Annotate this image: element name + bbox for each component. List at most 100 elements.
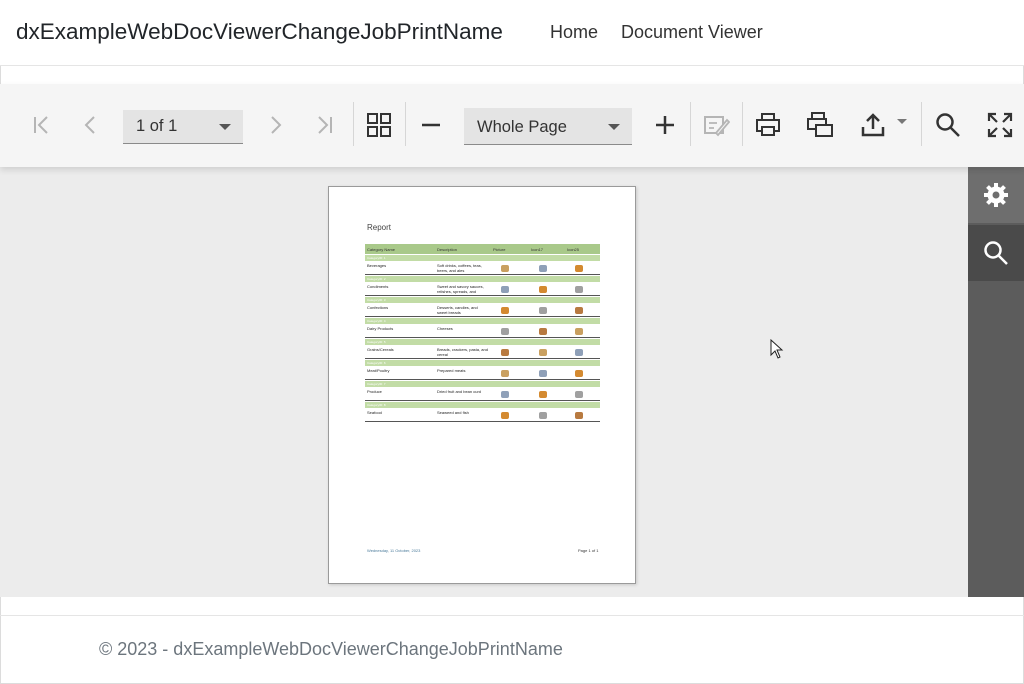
category-picture-icon [501, 328, 509, 335]
toolbar-separator [742, 102, 743, 146]
zoom-selector-value: Whole Page [477, 118, 567, 136]
chevron-down-icon[interactable] [897, 119, 907, 124]
category-picture-icon [501, 349, 509, 356]
document-content-area[interactable]: Report Category Name Description Picture… [0, 167, 968, 597]
parameters-tab[interactable] [968, 167, 1024, 223]
zoom-out-icon [422, 123, 440, 127]
editing-fields-button[interactable] [697, 106, 735, 144]
category-picture-icon [501, 265, 509, 272]
report-picture-cell [565, 324, 600, 337]
report-picture-cell [529, 261, 565, 274]
brand-link[interactable]: dxExampleWebDocViewerChangeJobPrintName [16, 19, 503, 45]
report-picture-cell [529, 324, 565, 337]
first-page-icon [34, 116, 48, 134]
category-picture-icon [575, 328, 583, 335]
report-picture-cell [491, 366, 529, 379]
page-selector-value: 1 of 1 [136, 117, 178, 135]
search-tab[interactable] [968, 225, 1024, 281]
report-picture-cell [529, 345, 565, 358]
fullscreen-button[interactable] [981, 106, 1019, 144]
search-button[interactable] [929, 106, 967, 144]
next-page-icon [271, 116, 282, 134]
report-picture-cell [491, 387, 529, 400]
report-picture-cell [491, 408, 529, 421]
report-column-header: Icon25 [567, 247, 580, 252]
category-picture-icon [539, 328, 547, 335]
report-category-name: Condiments [367, 284, 389, 289]
category-picture-icon [575, 307, 583, 314]
last-page-button[interactable] [307, 106, 345, 144]
toolbar-separator [405, 102, 406, 146]
category-picture-icon [539, 307, 547, 314]
report-picture-cell [529, 282, 565, 295]
report-table-header: Category Name Description Picture Icon17… [365, 244, 600, 254]
report-column-header: Icon17 [531, 247, 544, 252]
report-category-name: Dairy Products [367, 326, 394, 331]
category-picture-icon [539, 370, 547, 377]
category-picture-icon [575, 286, 583, 293]
chevron-down-icon [608, 124, 620, 130]
report-category-description: Breads, crackers, pasta, and cereal [437, 347, 488, 357]
multipage-button[interactable] [360, 106, 398, 144]
category-picture-icon [539, 412, 547, 419]
print-page-button[interactable] [801, 106, 839, 144]
category-picture-icon [575, 265, 583, 272]
export-button[interactable] [854, 106, 892, 144]
report-category-description: Dried fruit and bean curd [437, 389, 482, 394]
report-picture-cell [529, 408, 565, 421]
category-picture-icon [539, 286, 547, 293]
report-picture-cell [565, 303, 600, 316]
footer-divider [0, 615, 1024, 616]
editing-fields-icon [704, 116, 730, 137]
report-footer-date: Wednesday, 11 October, 2023 [367, 548, 421, 553]
next-page-button[interactable] [257, 106, 295, 144]
report-picture-cell [491, 282, 529, 295]
footer-copyright: © 2023 - dxExampleWebDocViewerChangeJobP… [99, 639, 563, 659]
navbar: dxExampleWebDocViewerChangeJobPrintName … [0, 0, 1024, 66]
document-viewer: 1 of 1 Whole Page Report Category Name D… [0, 84, 1024, 597]
nav-link-home[interactable]: Home [550, 22, 598, 43]
category-picture-icon [501, 412, 509, 419]
report-category-name: Beverages [367, 263, 387, 268]
category-picture-icon [501, 370, 509, 377]
print-button[interactable] [749, 106, 787, 144]
report-category-description: Seaweed and fish [437, 410, 469, 415]
mouse-cursor-icon [770, 339, 784, 359]
search-icon [936, 113, 960, 137]
report-category-description: Cheeses [437, 326, 453, 331]
report-column-header: Picture [493, 247, 506, 252]
category-picture-icon [575, 391, 583, 398]
report-picture-cell [565, 366, 600, 379]
nav-link-document-viewer[interactable]: Document Viewer [621, 22, 763, 43]
prev-page-button[interactable] [71, 106, 109, 144]
category-picture-icon [539, 349, 547, 356]
zoom-out-button[interactable] [412, 106, 450, 144]
report-footer-page: Page 1 of 1 [578, 548, 599, 553]
zoom-in-button[interactable] [646, 106, 684, 144]
toolbar-separator [353, 102, 354, 146]
report-data-row: Produce Dried fruit and bean curd [365, 387, 600, 401]
report-picture-cell [565, 387, 600, 400]
toolbar-separator [921, 102, 922, 146]
category-picture-icon [501, 286, 509, 293]
category-picture-icon [539, 265, 547, 272]
report-category-description: Prepared meats [437, 368, 466, 373]
report-data-row: Condiments Sweet and savory sauces, relis… [365, 282, 600, 296]
report-category-name: Produce [367, 389, 382, 394]
zoom-selector[interactable]: Whole Page [464, 108, 632, 145]
report-data-row: Grains/Cereals Breads, crackers, pasta, a… [365, 345, 600, 359]
category-picture-icon [501, 391, 509, 398]
report-category-description: Desserts, candies, and sweet breads [437, 305, 478, 315]
report-picture-cell [529, 387, 565, 400]
export-icon [861, 113, 885, 137]
search-icon [984, 241, 1008, 265]
report-column-header: Description [437, 247, 458, 252]
report-picture-cell [491, 303, 529, 316]
category-picture-icon [575, 370, 583, 377]
report-picture-cell [491, 261, 529, 274]
report-category-description: Sweet and savory sauces, relishes, sprea… [437, 284, 484, 295]
first-page-button[interactable] [21, 106, 59, 144]
fullscreen-icon [987, 112, 1013, 138]
page-selector[interactable]: 1 of 1 [123, 110, 243, 144]
report-category-name: Grains/Cereals [367, 347, 394, 352]
